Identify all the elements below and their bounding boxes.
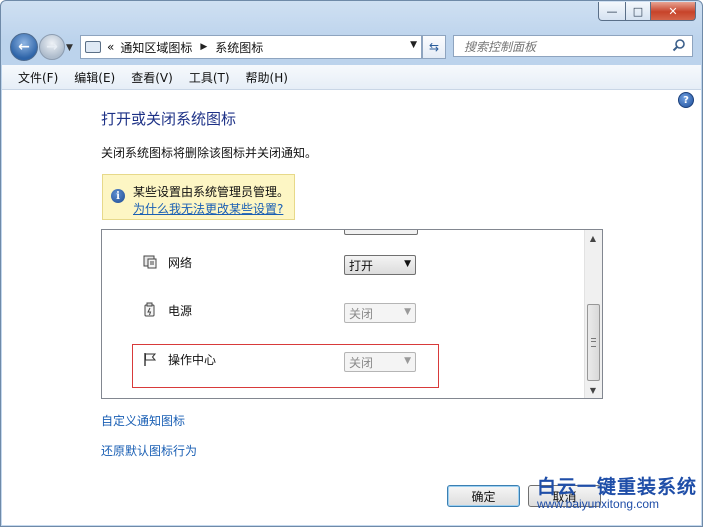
list-item-network: 网络 打开 ▼ <box>102 250 582 280</box>
menu-file[interactable]: 文件(F) <box>2 69 66 86</box>
restore-default-icon-behavior-link[interactable]: 还原默认图标行为 <box>101 442 197 459</box>
cancel-button[interactable]: 取消 <box>528 485 601 507</box>
content-pane: ? 打开或关闭系统图标 关闭系统图标将删除该图标并关闭通知。 i 某些设置由系统… <box>2 90 701 525</box>
scroll-up-icon[interactable]: ▲ <box>585 230 601 246</box>
menu-tools[interactable]: 工具(T) <box>181 69 238 86</box>
menu-help[interactable]: 帮助(H) <box>238 69 296 86</box>
address-dropdown-icon[interactable]: ▼ <box>410 40 417 50</box>
navigation-bar: ← → ▼ « 通知区域图标 ▶ 系统图标 ▼ ⇆ <box>1 29 702 65</box>
why-cant-change-link[interactable]: 为什么我无法更改某些设置? <box>133 200 283 217</box>
chevron-right-icon[interactable]: ▶ <box>200 42 207 52</box>
refresh-icon: ⇆ <box>428 40 440 54</box>
row-label-network: 网络 <box>168 256 193 270</box>
info-icon: i <box>111 189 125 203</box>
power-icon <box>142 302 158 321</box>
control-panel-window: — □ ✕ ← → ▼ « 通知区域图标 ▶ 系统图标 ▼ ⇆ 搜索控制面板 文… <box>0 0 703 527</box>
power-behavior-select[interactable]: 关闭 ▼ <box>344 303 416 323</box>
address-bar[interactable]: « 通知区域图标 ▶ 系统图标 ▼ <box>80 35 422 59</box>
page-description: 关闭系统图标将删除该图标并关闭通知。 <box>101 146 318 160</box>
admin-info-bar: i 某些设置由系统管理员管理。 为什么我无法更改某些设置? <box>102 174 295 220</box>
row-label-power: 电源 <box>168 304 193 318</box>
help-icon[interactable]: ? <box>678 92 694 108</box>
search-input[interactable] <box>462 37 666 57</box>
network-behavior-select[interactable]: 打开 ▼ <box>344 255 416 275</box>
refresh-button[interactable]: ⇆ <box>422 35 446 59</box>
vertical-scrollbar[interactable]: ▲ ▼ <box>584 230 602 398</box>
network-select-value: 打开 <box>349 258 374 273</box>
page-title: 打开或关闭系统图标 <box>101 110 237 128</box>
recent-pages-dropdown-icon[interactable]: ▼ <box>66 43 73 53</box>
forward-button[interactable]: → <box>39 34 65 60</box>
power-select-value: 关闭 <box>349 306 374 321</box>
breadcrumb-item-system-icons[interactable]: 系统图标 <box>215 39 263 56</box>
maximize-button[interactable]: □ <box>626 2 651 21</box>
network-icon <box>142 254 158 273</box>
back-button[interactable]: ← <box>10 33 38 61</box>
search-icon[interactable] <box>672 38 686 55</box>
chevron-down-icon: ▼ <box>404 307 411 317</box>
list-item-power: 电源 关闭 ▼ <box>102 298 582 328</box>
minimize-button[interactable]: — <box>598 2 626 21</box>
scroll-thumb[interactable] <box>587 304 600 381</box>
system-icons-list[interactable]: 网络 打开 ▼ 电源 关闭 ▼ 操作中心 关闭 ▼ ▲ ▼ <box>101 229 603 399</box>
search-box[interactable] <box>453 35 693 57</box>
caption-buttons: — □ ✕ <box>598 2 696 21</box>
forward-arrow-icon: → <box>46 39 58 55</box>
menu-view[interactable]: 查看(V) <box>123 69 181 86</box>
back-arrow-icon: ← <box>18 39 30 55</box>
close-button[interactable]: ✕ <box>651 2 696 21</box>
menu-edit[interactable]: 编辑(E) <box>66 69 123 86</box>
grip-icon <box>591 338 596 347</box>
menu-bar: 文件(F) 编辑(E) 查看(V) 工具(T) 帮助(H) <box>2 65 701 90</box>
customize-notification-icons-link[interactable]: 自定义通知图标 <box>101 412 185 429</box>
partially-visible-combo <box>344 230 418 235</box>
ok-button[interactable]: 确定 <box>447 485 520 507</box>
scroll-down-icon[interactable]: ▼ <box>585 382 601 398</box>
highlight-box <box>132 344 439 388</box>
breadcrumb: « 通知区域图标 ▶ 系统图标 <box>107 39 263 56</box>
breadcrumb-overflow[interactable]: « <box>107 40 114 54</box>
title-bar: — □ ✕ <box>1 1 702 29</box>
breadcrumb-item-notification-icons[interactable]: 通知区域图标 <box>120 39 192 56</box>
control-panel-icon <box>85 41 101 53</box>
chevron-down-icon: ▼ <box>404 259 411 269</box>
info-text: 某些设置由系统管理员管理。 <box>133 185 290 199</box>
